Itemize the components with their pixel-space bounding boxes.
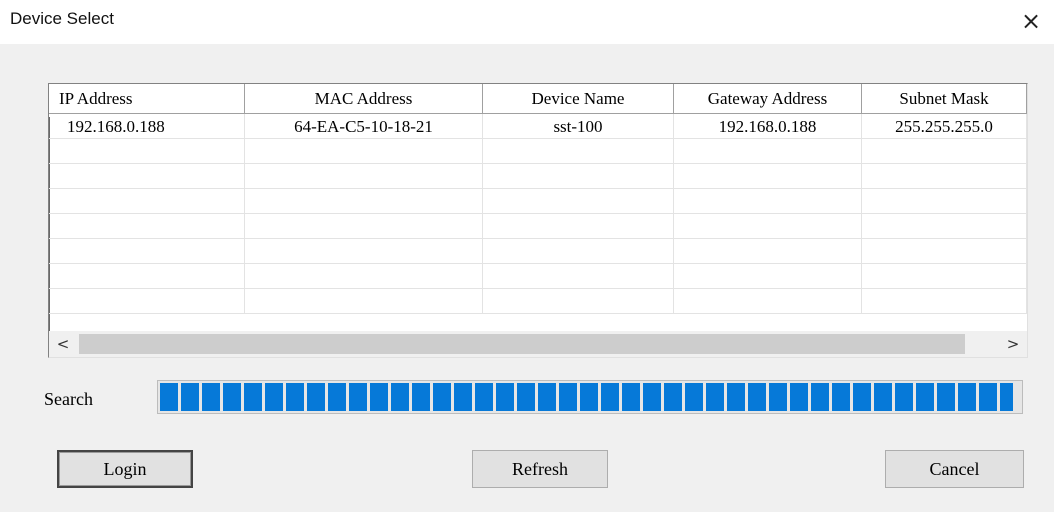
table-cell xyxy=(862,239,1027,264)
table-cell xyxy=(674,164,862,189)
column-header[interactable]: Device Name xyxy=(483,84,674,114)
table-row[interactable] xyxy=(49,264,1027,289)
table-cell xyxy=(245,189,483,214)
list-header: IP Address MAC Address Device Name Gateway … xyxy=(49,84,1027,117)
table-cell xyxy=(49,164,245,189)
table-row[interactable] xyxy=(49,164,1027,189)
table-cell xyxy=(245,164,483,189)
table-cell xyxy=(862,289,1027,314)
table-cell: sst-100 xyxy=(483,114,674,139)
table-cell xyxy=(483,214,674,239)
table-cell xyxy=(674,289,862,314)
cancel-button[interactable]: Cancel xyxy=(885,450,1024,488)
table-row[interactable] xyxy=(49,239,1027,264)
table-row[interactable] xyxy=(49,289,1027,314)
table-cell xyxy=(483,164,674,189)
table-cell xyxy=(862,139,1027,164)
table-cell xyxy=(674,189,862,214)
column-header[interactable]: Subnet Mask xyxy=(862,84,1027,114)
table-cell xyxy=(862,214,1027,239)
table-cell xyxy=(49,264,245,289)
table-cell xyxy=(49,139,245,164)
device-list[interactable]: IP Address MAC Address Device Name Gateway … xyxy=(48,83,1028,358)
table-cell xyxy=(674,239,862,264)
table-cell xyxy=(674,139,862,164)
title-bar: Device Select × xyxy=(0,0,1054,44)
table-cell: 255.255.255.0 xyxy=(862,114,1027,139)
table-cell xyxy=(245,139,483,164)
search-label: Search xyxy=(44,389,93,409)
table-cell xyxy=(245,214,483,239)
table-cell xyxy=(245,289,483,314)
progress-fill xyxy=(160,383,1014,411)
chevron-right-icon[interactable]: > xyxy=(999,331,1027,357)
table-cell xyxy=(483,139,674,164)
column-header[interactable]: Gateway Address xyxy=(674,84,862,114)
table-cell xyxy=(49,239,245,264)
table-cell xyxy=(674,214,862,239)
table-row[interactable] xyxy=(49,214,1027,239)
table-cell xyxy=(862,189,1027,214)
table-cell xyxy=(245,264,483,289)
table-row[interactable]: 192.168.0.188 64-EA-C5-10-18-21 sst-100 192… xyxy=(49,114,1027,139)
table-cell xyxy=(483,289,674,314)
table-cell xyxy=(674,264,862,289)
table-cell xyxy=(49,289,245,314)
column-header[interactable]: IP Address xyxy=(49,84,245,114)
table-cell xyxy=(862,264,1027,289)
table-cell: 64-EA-C5-10-18-21 xyxy=(245,114,483,139)
table-cell xyxy=(49,189,245,214)
horizontal-scrollbar[interactable]: < > xyxy=(49,331,1027,357)
list-rows: 192.168.0.188 64-EA-C5-10-18-21 sst-100 192… xyxy=(49,114,1027,314)
table-cell xyxy=(862,164,1027,189)
close-icon[interactable]: × xyxy=(1016,6,1046,36)
table-cell xyxy=(483,239,674,264)
refresh-button[interactable]: Refresh xyxy=(472,450,608,488)
device-select-dialog: Device Select × IP Address MAC Address Dev… xyxy=(0,0,1054,512)
login-button[interactable]: Login xyxy=(57,450,193,488)
table-row[interactable] xyxy=(49,189,1027,214)
table-cell xyxy=(49,214,245,239)
scrollbar-thumb[interactable] xyxy=(79,334,965,354)
table-cell xyxy=(245,239,483,264)
search-progress-bar xyxy=(157,380,1023,414)
table-row[interactable] xyxy=(49,139,1027,164)
chevron-left-icon[interactable]: < xyxy=(49,331,77,357)
table-cell: 192.168.0.188 xyxy=(49,114,245,139)
table-cell: 192.168.0.188 xyxy=(674,114,862,139)
table-cell xyxy=(483,264,674,289)
table-cell xyxy=(483,189,674,214)
window-title: Device Select xyxy=(10,9,114,28)
column-header[interactable]: MAC Address xyxy=(245,84,483,114)
